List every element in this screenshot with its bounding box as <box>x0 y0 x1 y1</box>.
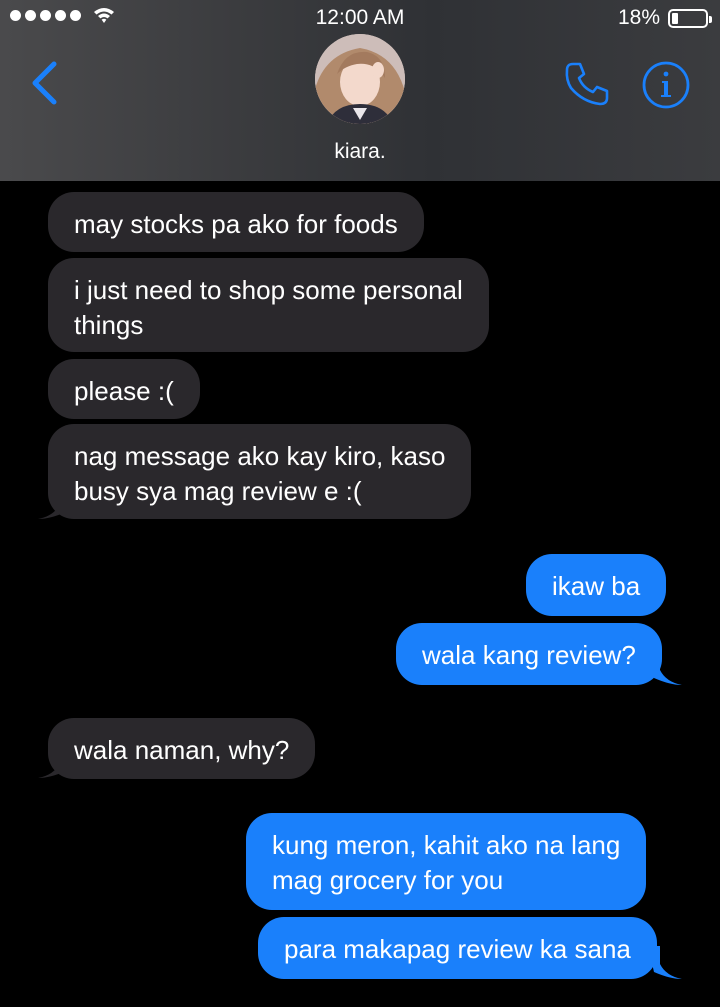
message-text: para makapag review ka sana <box>284 934 631 964</box>
battery-icon <box>668 8 712 28</box>
message-text: nag message ako kay kiro, kaso <box>74 441 446 471</box>
status-time: 12:00 AM <box>315 6 405 29</box>
info-icon[interactable] <box>641 60 691 110</box>
message-text: busy sya mag review e :( <box>74 476 362 506</box>
contact-avatar[interactable] <box>315 34 405 124</box>
battery-level-fill <box>672 12 678 24</box>
message-text: kung meron, kahit ako na lang <box>272 830 621 860</box>
message-text: may stocks pa ako for foods <box>74 209 398 239</box>
chat-header: 12:00 AM 18% kiara. <box>0 0 720 181</box>
message-text: wala naman, why? <box>74 735 290 765</box>
outgoing-message-bubble[interactable]: kung meron, kahit ako na lang mag grocer… <box>246 813 647 910</box>
message-text: mag grocery for you <box>272 865 504 895</box>
message-text: wala kang review? <box>422 640 636 670</box>
chevron-left-icon[interactable] <box>26 58 66 108</box>
message-text: i just need to shop some personal <box>74 275 463 305</box>
incoming-message-bubble[interactable]: may stocks pa ako for foods <box>48 192 424 252</box>
incoming-message-bubble[interactable]: i just need to shop some personal things <box>48 258 489 352</box>
outgoing-message-bubble[interactable]: ikaw ba <box>526 554 667 616</box>
message-text: ikaw ba <box>552 571 641 601</box>
message-text: things <box>74 310 144 340</box>
contact-name[interactable]: kiara. <box>0 140 720 164</box>
phone-icon[interactable] <box>563 60 611 108</box>
message-text: please :( <box>74 376 174 406</box>
outgoing-message-bubble[interactable]: para makapag review ka sana <box>258 917 657 979</box>
battery-status: 18% <box>617 6 712 30</box>
avatar-photo <box>315 34 405 124</box>
incoming-message-bubble[interactable]: nag message ako kay kiro, kaso busy sya … <box>48 424 472 519</box>
outgoing-message-bubble[interactable]: wala kang review? <box>396 623 662 685</box>
incoming-message-bubble[interactable]: please :( <box>48 359 200 419</box>
battery-percent: 18% <box>617 6 660 29</box>
incoming-message-bubble[interactable]: wala naman, why? <box>48 718 316 779</box>
